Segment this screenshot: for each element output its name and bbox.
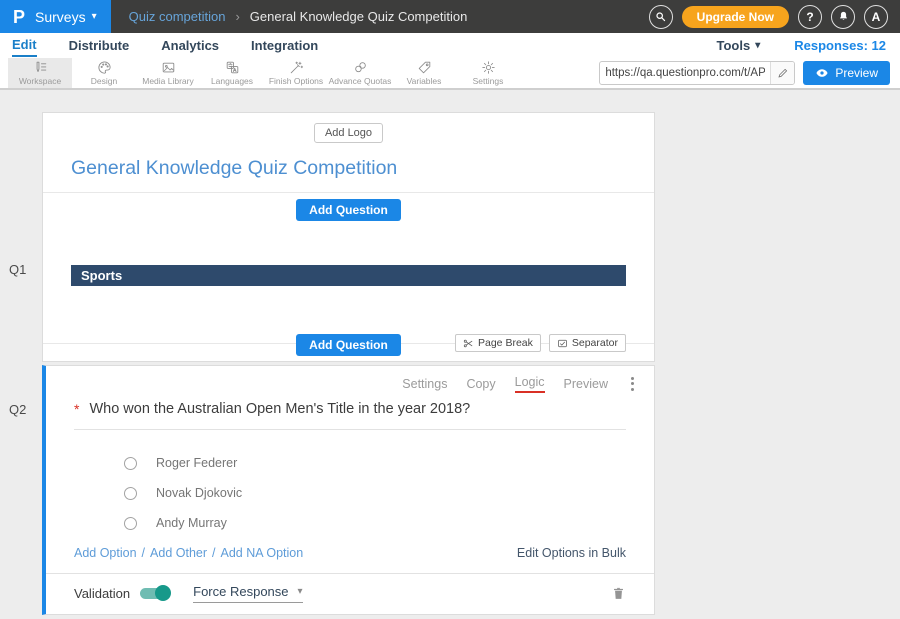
answer-option-row[interactable]: Novak Djokovic — [124, 486, 654, 500]
toolbar-item-advance-quotas[interactable]: Advance Quotas — [328, 58, 392, 88]
toolbar-item-media-library[interactable]: Media Library — [136, 58, 200, 88]
add-na-option-link[interactable]: Add NA Option — [221, 546, 304, 560]
eye-icon — [815, 66, 829, 80]
main-nav: Edit Distribute Analytics Integration To… — [0, 33, 900, 58]
toggle-knob — [155, 585, 171, 601]
add-question-button-top[interactable]: Add Question — [296, 199, 401, 221]
search-button[interactable] — [649, 5, 673, 29]
edit-url-button[interactable] — [770, 62, 794, 84]
tab-analytics[interactable]: Analytics — [161, 35, 219, 56]
validation-label: Validation — [74, 586, 130, 601]
settings-icon — [481, 60, 496, 75]
top-header: P Surveys ▾ Quiz competition › General K… — [0, 0, 900, 33]
upgrade-now-button[interactable]: Upgrade Now — [682, 6, 789, 28]
survey-title[interactable]: General Knowledge Quiz Competition — [71, 156, 626, 181]
tab-distribute[interactable]: Distribute — [69, 35, 130, 56]
add-logo-button[interactable]: Add Logo — [314, 123, 383, 143]
breadcrumb: Quiz competition › General Knowledge Qui… — [129, 9, 468, 24]
question-preview-link[interactable]: Preview — [564, 377, 608, 391]
media-library-icon — [161, 60, 176, 75]
survey-url-box — [599, 61, 795, 85]
finish-options-icon — [289, 60, 304, 75]
search-icon — [654, 10, 667, 23]
surveys-menu[interactable]: P Surveys ▾ — [0, 0, 111, 33]
tab-edit[interactable]: Edit — [12, 34, 37, 57]
breadcrumb-folder[interactable]: Quiz competition — [129, 9, 226, 24]
chevron-down-icon: ▾ — [92, 12, 97, 22]
toolbar-item-finish-options[interactable]: Finish Options — [264, 58, 328, 88]
question-logic-link[interactable]: Logic — [515, 375, 545, 393]
chevron-down-icon: ▾ — [298, 587, 303, 597]
preview-button[interactable]: Preview — [803, 61, 890, 85]
kebab-menu-icon[interactable] — [627, 375, 638, 393]
radio-button-icon[interactable] — [124, 487, 137, 500]
survey-url-input[interactable] — [600, 67, 770, 79]
tools-menu[interactable]: Tools ▾ — [717, 38, 761, 53]
scissors-icon — [463, 338, 474, 349]
surveys-menu-label: Surveys — [35, 9, 86, 25]
survey-page-card: Add Logo General Knowledge Quiz Competit… — [42, 112, 655, 362]
radio-button-icon[interactable] — [124, 517, 137, 530]
help-button[interactable]: ? — [798, 5, 822, 29]
breadcrumb-survey-title: General Knowledge Quiz Competition — [250, 9, 468, 24]
answer-option-row[interactable]: Andy Murray — [124, 516, 654, 530]
edit-toolbar: Workspace Design Media Library Languages… — [0, 58, 900, 90]
trash-icon — [611, 585, 626, 602]
responses-count[interactable]: Responses: 12 — [794, 38, 886, 53]
answer-options: Roger Federer Novak Djokovic Andy Murray — [124, 456, 654, 530]
pencil-icon — [777, 67, 789, 79]
toolbar-item-settings[interactable]: Settings — [456, 58, 520, 88]
option-label[interactable]: Roger Federer — [156, 456, 237, 470]
add-question-button-middle[interactable]: Add Question — [296, 334, 401, 356]
option-label[interactable]: Novak Djokovic — [156, 486, 242, 500]
avatar[interactable]: A — [864, 5, 888, 29]
advance-quotas-icon — [353, 60, 368, 75]
validation-toggle[interactable] — [140, 588, 169, 599]
radio-button-icon[interactable] — [124, 457, 137, 470]
question-copy-link[interactable]: Copy — [466, 377, 495, 391]
option-label[interactable]: Andy Murray — [156, 516, 227, 530]
add-other-link[interactable]: Add Other — [150, 546, 207, 560]
link-separator: / — [212, 546, 215, 560]
workspace-icon — [33, 60, 48, 75]
chevron-down-icon: ▾ — [755, 41, 760, 51]
page-break-button[interactable]: Page Break — [455, 334, 541, 352]
edit-options-in-bulk-link[interactable]: Edit Options in Bulk — [517, 546, 626, 560]
required-marker: * — [74, 400, 79, 418]
question-number-q2: Q2 — [9, 402, 26, 417]
delete-question-button[interactable] — [611, 585, 626, 602]
toolbar-item-languages[interactable]: Languages — [200, 58, 264, 88]
question-q1-section-header[interactable]: Sports — [71, 265, 626, 286]
breadcrumb-separator-icon: › — [235, 9, 239, 24]
notifications-button[interactable] — [831, 5, 855, 29]
question-text[interactable]: Who won the Australian Open Men's Title … — [89, 400, 470, 418]
question-settings-link[interactable]: Settings — [402, 377, 447, 391]
question-menu: Settings Copy Logic Preview — [46, 366, 654, 391]
separator-icon — [557, 338, 568, 349]
tab-integration[interactable]: Integration — [251, 35, 318, 56]
answer-option-row[interactable]: Roger Federer — [124, 456, 654, 470]
validation-type-dropdown[interactable]: Force Response ▾ — [193, 584, 302, 603]
languages-icon — [225, 60, 240, 75]
add-option-link[interactable]: Add Option — [74, 546, 137, 560]
design-icon — [97, 60, 112, 75]
question-q2-card: Settings Copy Logic Preview * Who won th… — [42, 365, 655, 615]
toolbar-item-design[interactable]: Design — [72, 58, 136, 88]
separator-button[interactable]: Separator — [549, 334, 626, 352]
toolbar-item-workspace[interactable]: Workspace — [8, 58, 72, 88]
question-number-q1: Q1 — [9, 262, 26, 277]
variables-icon — [417, 60, 432, 75]
bell-icon — [837, 10, 850, 23]
survey-editor-canvas: Q1 Q2 Add Logo General Knowledge Quiz Co… — [0, 90, 900, 619]
questionpro-logo: P — [13, 8, 25, 26]
toolbar-item-variables[interactable]: Variables — [392, 58, 456, 88]
link-separator: / — [142, 546, 145, 560]
